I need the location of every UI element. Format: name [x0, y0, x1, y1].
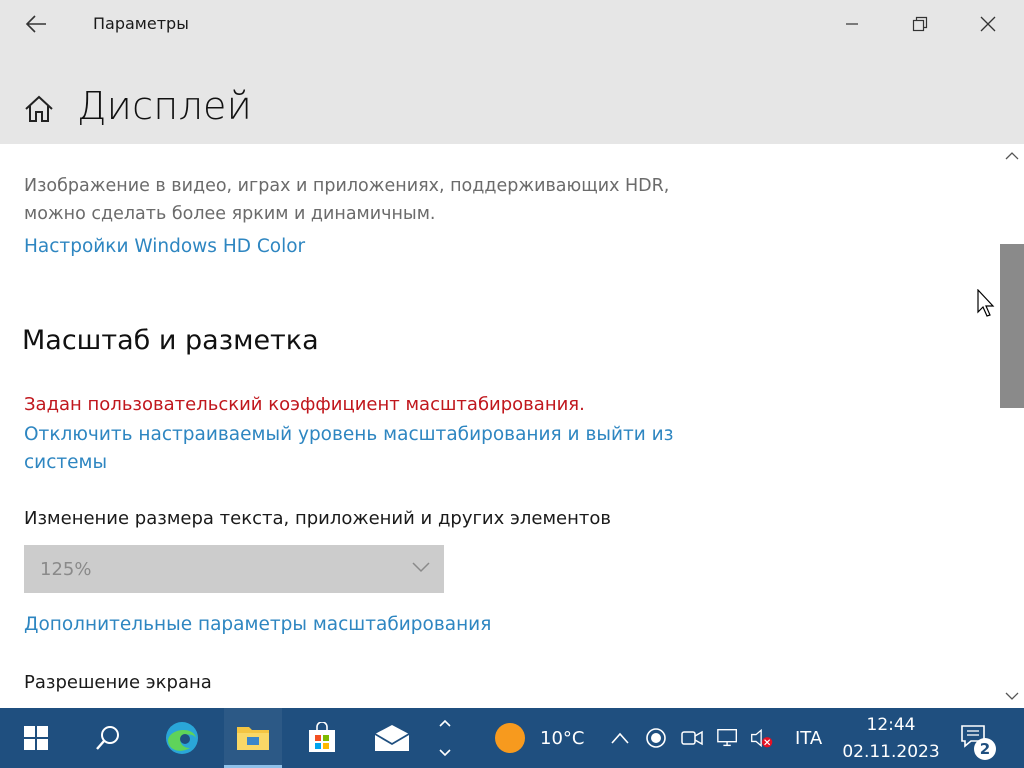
- taskbar-mail[interactable]: [362, 708, 422, 768]
- scale-dropdown-value: 125%: [40, 558, 92, 580]
- edge-browser-icon: [166, 722, 198, 754]
- chevron-down-icon: [1005, 692, 1019, 700]
- tray-network-icon[interactable]: [716, 726, 740, 750]
- text-size-label: Изменение размера текста, приложений и д…: [24, 508, 611, 529]
- windows-logo-icon: [24, 726, 48, 750]
- network-icon: [717, 728, 737, 747]
- scale-dropdown[interactable]: 125%: [24, 545, 444, 593]
- page-title: Дисплей: [77, 84, 253, 128]
- tray-volume-icon[interactable]: [750, 726, 774, 750]
- tray-meet-icon[interactable]: [680, 726, 704, 750]
- search-button[interactable]: [78, 708, 138, 768]
- advanced-scaling-link[interactable]: Дополнительные параметры масштабирования: [24, 614, 491, 635]
- close-icon: [980, 16, 996, 32]
- folder-icon: [237, 726, 269, 750]
- restore-button[interactable]: [897, 0, 943, 48]
- window-title: Параметры: [93, 14, 189, 33]
- disable-custom-scale-link[interactable]: Отключить настраиваемый уровень масштаби…: [24, 421, 704, 477]
- close-button[interactable]: [965, 0, 1011, 48]
- hdr-description: Изображение в видео, играх и приложениях…: [24, 176, 670, 224]
- clock-time: 12:44: [866, 715, 916, 735]
- settings-content: Изображение в видео, играх и приложениях…: [0, 144, 1000, 708]
- action-center-button[interactable]: 2: [950, 708, 1006, 768]
- taskbar: 10°C ITA 12:44 02.11.2023 2: [0, 708, 1024, 768]
- scroll-up-button[interactable]: [1000, 146, 1024, 166]
- custom-scale-warning: Задан пользовательский коэффициент масшт…: [24, 394, 585, 415]
- chevron-up-icon: [611, 732, 629, 744]
- notification-count: 2: [979, 740, 991, 758]
- taskbar-scroll-buttons[interactable]: [432, 708, 458, 768]
- taskbar-file-explorer[interactable]: [224, 708, 282, 768]
- page-header: Дисплей: [0, 48, 1024, 144]
- sun-icon: [495, 723, 525, 753]
- notification-count-badge: 2: [974, 738, 996, 760]
- scale-layout-heading: Масштаб и разметка: [22, 325, 319, 356]
- home-icon: [25, 95, 53, 122]
- vertical-scrollbar[interactable]: [1000, 144, 1024, 708]
- chevron-down-icon: [412, 562, 430, 573]
- chevron-up-down-icon: [439, 719, 451, 757]
- camera-icon: [681, 730, 703, 746]
- weather-temperature: 10°C: [540, 728, 585, 749]
- show-hidden-icons-button[interactable]: [608, 726, 632, 750]
- volume-muted-icon: [751, 728, 773, 748]
- home-button[interactable]: [22, 92, 56, 126]
- hd-color-settings-link[interactable]: Настройки Windows HD Color: [24, 236, 305, 257]
- restore-icon: [912, 16, 928, 32]
- store-bag-icon: [309, 722, 335, 752]
- screen-resolution-label: Разрешение экрана: [24, 672, 212, 693]
- minimize-icon: [846, 23, 858, 25]
- title-bar: Параметры: [0, 0, 1024, 48]
- taskbar-edge[interactable]: [152, 708, 212, 768]
- back-button[interactable]: [14, 6, 58, 42]
- chevron-up-icon: [1005, 152, 1019, 160]
- scroll-thumb[interactable]: [1000, 244, 1024, 408]
- scroll-down-button[interactable]: [1000, 686, 1024, 706]
- taskbar-clock[interactable]: 12:44 02.11.2023: [842, 712, 940, 766]
- tray-record-icon[interactable]: [644, 726, 668, 750]
- minimize-button[interactable]: [829, 0, 875, 48]
- clock-date: 02.11.2023: [842, 742, 940, 762]
- taskbar-store[interactable]: [294, 708, 350, 768]
- start-button[interactable]: [0, 708, 72, 768]
- mouse-cursor-icon: [977, 289, 995, 317]
- mail-icon: [374, 725, 410, 751]
- input-language[interactable]: ITA: [795, 728, 822, 749]
- weather-widget[interactable]: 10°C: [488, 708, 592, 768]
- arrow-left-icon: [25, 15, 46, 33]
- record-icon: [646, 728, 666, 748]
- search-icon: [96, 726, 119, 750]
